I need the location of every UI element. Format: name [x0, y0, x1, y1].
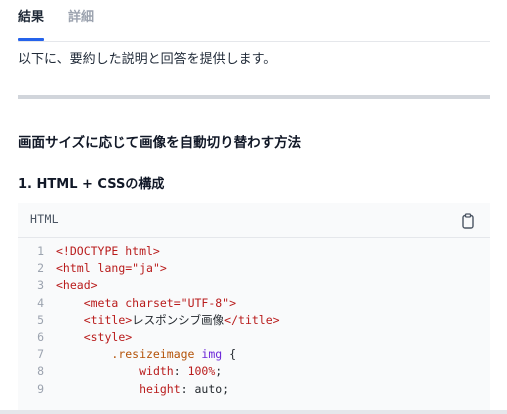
code-token: <style>	[83, 329, 133, 344]
code-token: {	[222, 347, 237, 362]
code-token: >	[229, 295, 237, 310]
line-number: 9	[37, 381, 44, 396]
line-number: 6	[37, 329, 44, 344]
copy-code-button[interactable]	[459, 212, 477, 230]
line-number: 1	[37, 244, 44, 258]
code-language-label: HTML	[30, 212, 59, 226]
code-line: 1 <!DOCTYPE html>	[18, 243, 490, 260]
code-token: img	[201, 347, 223, 362]
code-lines: 1 <!DOCTYPE html> 2 <html lang="ja"> 3 <head>…	[18, 243, 490, 398]
code-header: HTML	[18, 203, 490, 238]
code-line: 2 <html lang="ja">	[18, 260, 490, 277]
answer-heading: 画面サイズに応じて画像を自動切り替わす方法	[18, 135, 302, 151]
line-number: 3	[37, 278, 44, 293]
code-token: ;	[215, 364, 223, 379]
code-token: height	[139, 381, 181, 396]
code-line: 9 height: auto;	[18, 381, 490, 398]
code-token: </title>	[224, 312, 280, 327]
code-token: charset=	[125, 295, 181, 310]
line-content: width: 100%;	[56, 363, 222, 380]
code-line: 6 <style>	[18, 329, 490, 346]
section-subheading: 1. HTML + CSSの構成	[18, 177, 165, 192]
tab-result[interactable]: 結果	[18, 8, 44, 28]
code-line: 8 width: 100%;	[18, 363, 490, 380]
code-token: <head>	[56, 278, 98, 293]
tab-bar: 結果 詳細	[18, 0, 490, 42]
line-content: <style>	[56, 329, 132, 346]
line-number: 4	[37, 295, 44, 310]
line-number: 8	[37, 364, 44, 379]
section-divider	[18, 95, 490, 99]
line-content: <!DOCTYPE html>	[56, 243, 160, 260]
tab-details[interactable]: 詳細	[68, 8, 94, 28]
code-token: レスポンシブ画像	[132, 312, 225, 327]
line-content: height: auto;	[56, 381, 229, 398]
line-content: <head>	[56, 277, 98, 294]
code-token: <title>	[83, 312, 133, 327]
code-token: <html	[56, 261, 98, 276]
line-number: 5	[37, 312, 44, 327]
code-token: "ja"	[132, 261, 160, 276]
line-content: .resizeimage img {	[56, 346, 236, 363]
code-block: HTML 1 <!DOCTYPE html> 2 <html lang="ja"> 3 <…	[18, 203, 490, 414]
bottom-edge	[0, 410, 507, 414]
code-token: : auto;	[180, 381, 230, 396]
code-token: .resizeimage	[111, 347, 202, 362]
code-line: 3 <head>	[18, 277, 490, 294]
code-token: <!DOCTYPE html>	[56, 244, 160, 258]
result-panel: 結果 詳細 以下に、要約した説明と回答を提供します。 画面サイズに応じて画像を自…	[0, 0, 507, 414]
code-line: 7 .resizeimage img {	[18, 346, 490, 363]
line-number: 2	[37, 261, 44, 276]
line-content: <title>レスポンシブ画像</title>	[56, 312, 280, 329]
code-line: 4 <meta charset="UTF-8">	[18, 295, 490, 312]
line-content: <html lang="ja">	[56, 260, 167, 277]
active-tab-indicator	[18, 38, 44, 41]
code-token: :	[173, 364, 188, 379]
code-token: width	[139, 364, 174, 379]
line-content: <meta charset="UTF-8">	[56, 295, 236, 312]
code-line: 5 <title>レスポンシブ画像</title>	[18, 312, 490, 329]
code-token: >	[159, 261, 167, 276]
line-number: 7	[37, 347, 44, 362]
intro-text: 以下に、要約した説明と回答を提供します。	[18, 52, 277, 67]
code-token: 100%	[187, 364, 216, 379]
clipboard-icon	[462, 213, 474, 229]
code-token: "UTF-8"	[180, 295, 230, 310]
code-token: <meta	[83, 295, 126, 310]
code-token: lang=	[97, 261, 133, 276]
